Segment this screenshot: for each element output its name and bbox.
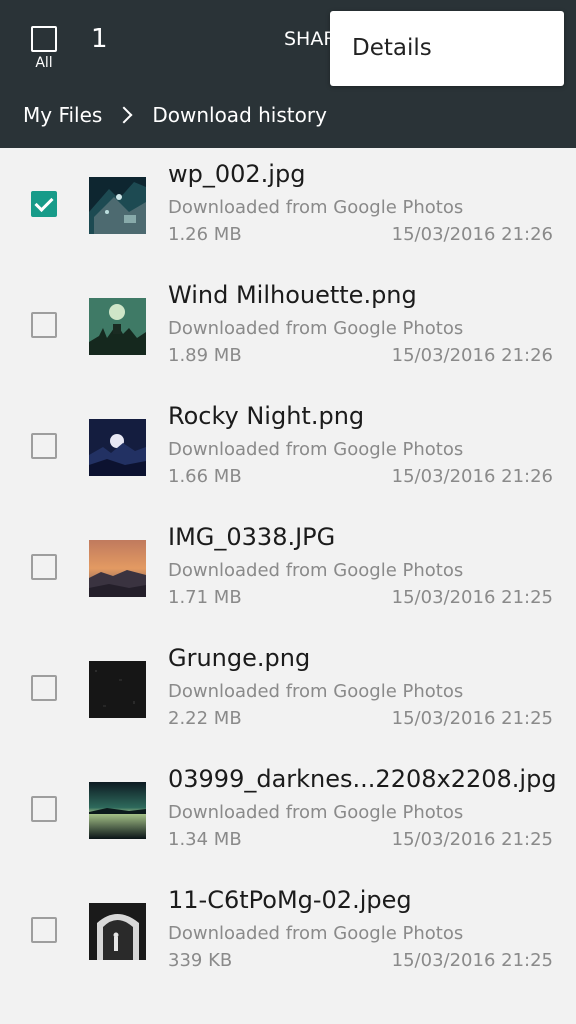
list-item[interactable]: 03999_darknes...2208x2208.jpg Downloaded… (0, 753, 576, 874)
file-size: 1.66 MB (168, 466, 242, 487)
file-source: Downloaded from Google Photos (168, 681, 464, 702)
select-all-box[interactable] (31, 26, 57, 52)
list-item[interactable]: 11-C6tPoMg-02.jpeg Downloaded from Googl… (0, 874, 576, 995)
row-checkbox[interactable] (31, 191, 57, 217)
row-checkbox[interactable] (31, 554, 57, 580)
list-item[interactable]: wp_002.jpg Downloaded from Google Photos… (0, 148, 576, 269)
breadcrumb-root[interactable]: My Files (23, 103, 102, 127)
file-source: Downloaded from Google Photos (168, 197, 464, 218)
select-all-label: All (35, 55, 53, 71)
file-name: Wind Milhouette.png (168, 281, 417, 309)
selected-count: 1 (91, 24, 108, 54)
row-checkbox[interactable] (31, 312, 57, 338)
action-bar: All 1 SHARE My Files Download history De… (0, 0, 576, 148)
file-name: wp_002.jpg (168, 160, 306, 188)
file-name: IMG_0338.JPG (168, 523, 336, 551)
file-name: Rocky Night.png (168, 402, 365, 430)
image-thumbnail (89, 177, 146, 234)
file-name: Grunge.png (168, 644, 311, 672)
list-item[interactable]: IMG_0338.JPG Downloaded from Google Phot… (0, 511, 576, 632)
image-thumbnail (89, 903, 146, 960)
image-thumbnail (89, 661, 146, 718)
chevron-right-icon (115, 106, 133, 124)
file-date: 15/03/2016 21:25 (391, 829, 553, 850)
file-date: 15/03/2016 21:26 (391, 224, 553, 245)
file-date: 15/03/2016 21:25 (391, 708, 553, 729)
file-size: 1.26 MB (168, 224, 242, 245)
file-date: 15/03/2016 21:25 (391, 950, 553, 971)
file-date: 15/03/2016 21:26 (391, 345, 553, 366)
row-checkbox[interactable] (31, 796, 57, 822)
file-date: 15/03/2016 21:25 (391, 587, 553, 608)
image-thumbnail (89, 298, 146, 355)
list-item[interactable]: Grunge.png Downloaded from Google Photos… (0, 632, 576, 753)
file-size: 339 KB (168, 950, 233, 971)
file-source: Downloaded from Google Photos (168, 318, 464, 339)
file-source: Downloaded from Google Photos (168, 439, 464, 460)
breadcrumb-current: Download history (152, 103, 327, 127)
file-size: 1.34 MB (168, 829, 242, 850)
file-name: 11-C6tPoMg-02.jpeg (168, 886, 412, 914)
file-name: 03999_darknes...2208x2208.jpg (168, 765, 557, 793)
row-checkbox[interactable] (31, 917, 57, 943)
image-thumbnail (89, 782, 146, 839)
file-source: Downloaded from Google Photos (168, 560, 464, 581)
select-all-checkbox[interactable]: All (31, 26, 59, 78)
list-item[interactable]: Wind Milhouette.png Downloaded from Goog… (0, 269, 576, 390)
row-checkbox[interactable] (31, 675, 57, 701)
breadcrumb: My Files Download history (23, 100, 327, 130)
file-source: Downloaded from Google Photos (168, 923, 464, 944)
file-size: 1.89 MB (168, 345, 242, 366)
menu-item-details[interactable]: Details (352, 35, 432, 61)
image-thumbnail (89, 419, 146, 476)
row-checkbox[interactable] (31, 433, 57, 459)
overflow-menu: Details (330, 11, 564, 86)
list-item[interactable]: Rocky Night.png Downloaded from Google P… (0, 390, 576, 511)
file-size: 1.71 MB (168, 587, 242, 608)
file-source: Downloaded from Google Photos (168, 802, 464, 823)
image-thumbnail (89, 540, 146, 597)
file-date: 15/03/2016 21:26 (391, 466, 553, 487)
file-size: 2.22 MB (168, 708, 242, 729)
